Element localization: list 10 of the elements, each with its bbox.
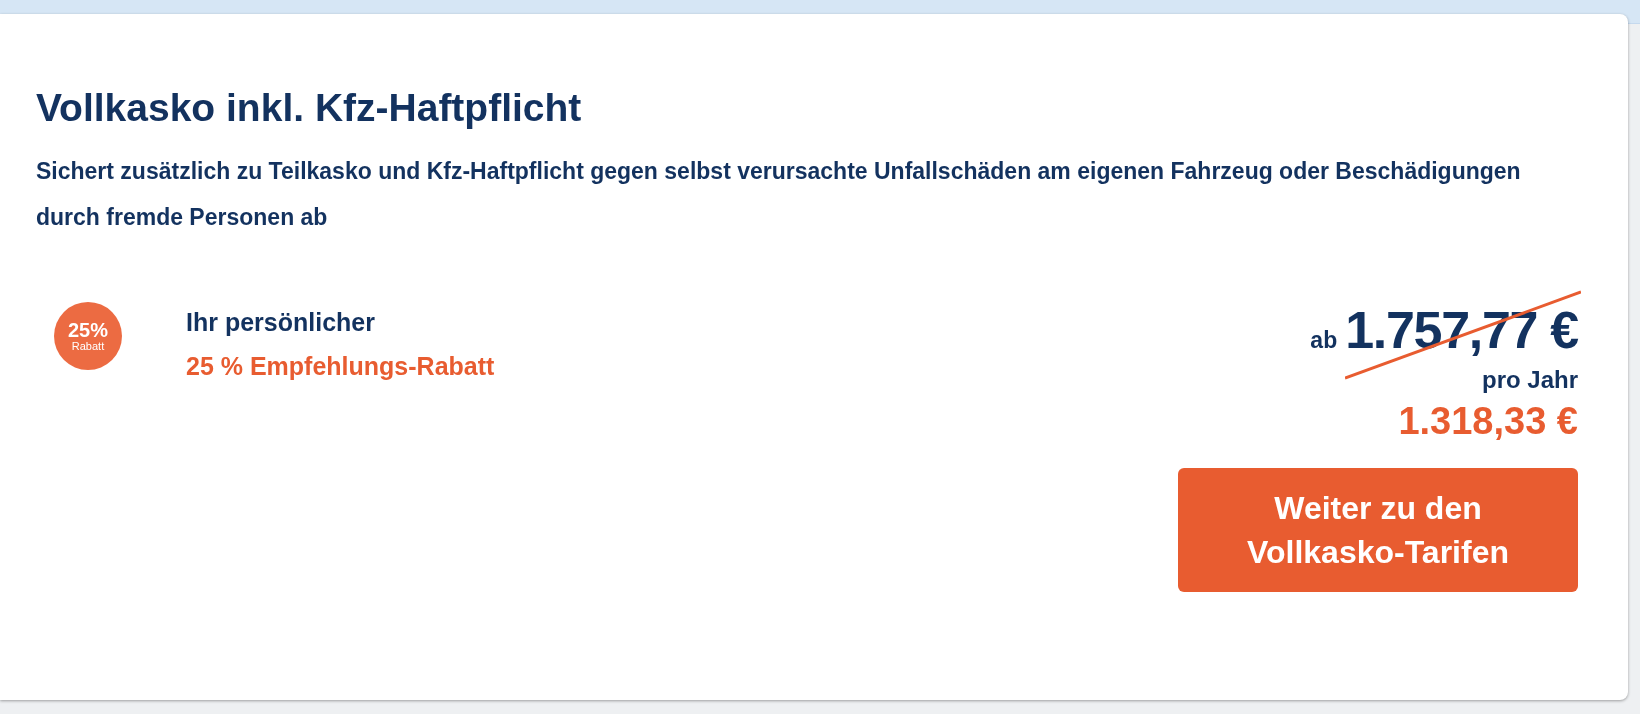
continue-button[interactable]: Weiter zu den Vollkasko-Tarifen <box>1178 468 1578 592</box>
price-period: pro Jahr <box>1481 365 1578 395</box>
badge-percent: 25% <box>68 319 108 340</box>
price-prefix: ab <box>1310 326 1338 355</box>
discount-intro: Ihr persönlicher <box>186 307 376 338</box>
card-title: Vollkasko inkl. Kfz-Haftpflicht <box>36 85 583 131</box>
card-description: Sichert zusätzlich zu Teilkasko und Kfz-Haftpflicht gegen selbst verursachte Unfallschäden am eigenen Fahrzeug oder Beschädigungen durch fremde Personen ab <box>36 157 1522 232</box>
discount-name: 25 % Empfehlungs-Rabatt <box>186 351 495 382</box>
discounted-price: 1.318,33 € <box>1398 399 1578 444</box>
badge-label: Rabatt <box>71 339 105 353</box>
